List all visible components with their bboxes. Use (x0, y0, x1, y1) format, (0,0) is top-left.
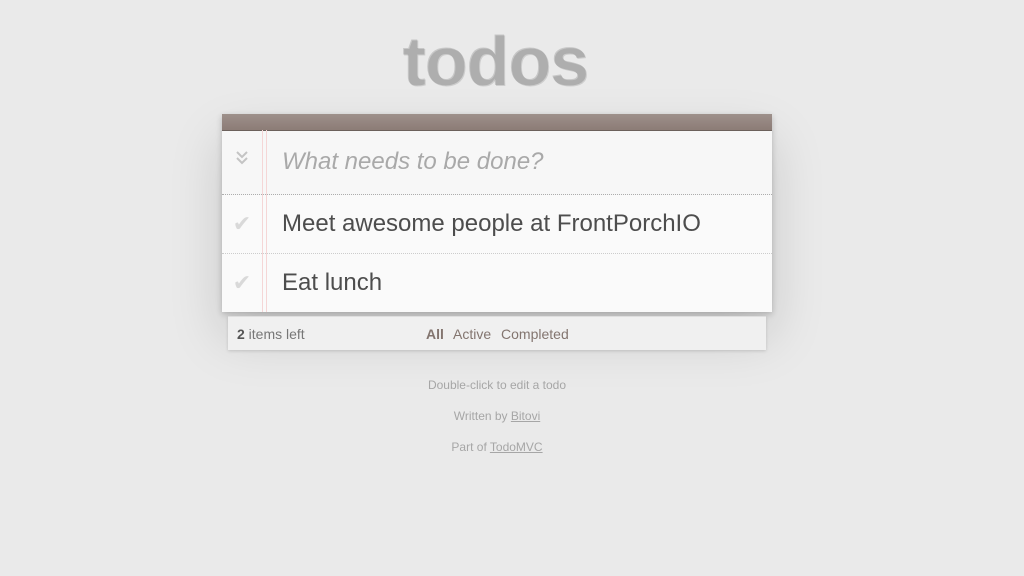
items-left-suffix: items left (244, 326, 305, 342)
filter-completed[interactable]: Completed (501, 326, 569, 342)
author-link[interactable]: Bitovi (511, 409, 540, 423)
todo-item[interactable]: ✔ Eat lunch (222, 254, 772, 312)
filters: All Active Completed (426, 326, 575, 342)
checkmark-icon[interactable]: ✔ (230, 211, 254, 237)
todo-footer: 2 items left All Active Completed (228, 316, 766, 350)
double-chevron-down-icon[interactable] (230, 149, 254, 173)
todo-list: ✔ Meet awesome people at FrontPorchIO ✔ … (222, 195, 772, 312)
todo-card: ✔ Meet awesome people at FrontPorchIO ✔ … (222, 114, 772, 312)
todo-label[interactable]: Eat lunch (282, 269, 382, 297)
edit-hint: Double-click to edit a todo (427, 378, 567, 392)
items-left-count: 2 items left (237, 326, 305, 342)
part-of-prefix: Part of (451, 440, 490, 454)
app-title: todos (403, 23, 590, 101)
card-header-bar (222, 114, 772, 131)
project-link[interactable]: TodoMVC (490, 440, 543, 454)
filter-all[interactable]: All (426, 326, 444, 342)
written-by-prefix: Written by (453, 409, 511, 423)
todo-label[interactable]: Meet awesome people at FrontPorchIO (282, 210, 701, 238)
toggle-all-glyph (236, 151, 248, 165)
written-by: Written by Bitovi (0, 409, 994, 423)
new-todo-row (222, 131, 772, 195)
checkmark-icon[interactable]: ✔ (230, 270, 254, 296)
items-left-number: 2 (237, 326, 245, 342)
filter-active[interactable]: Active (453, 326, 491, 342)
part-of: Part of TodoMVC (0, 440, 994, 454)
new-todo-input[interactable] (270, 143, 762, 181)
todo-item[interactable]: ✔ Meet awesome people at FrontPorchIO (222, 195, 772, 254)
